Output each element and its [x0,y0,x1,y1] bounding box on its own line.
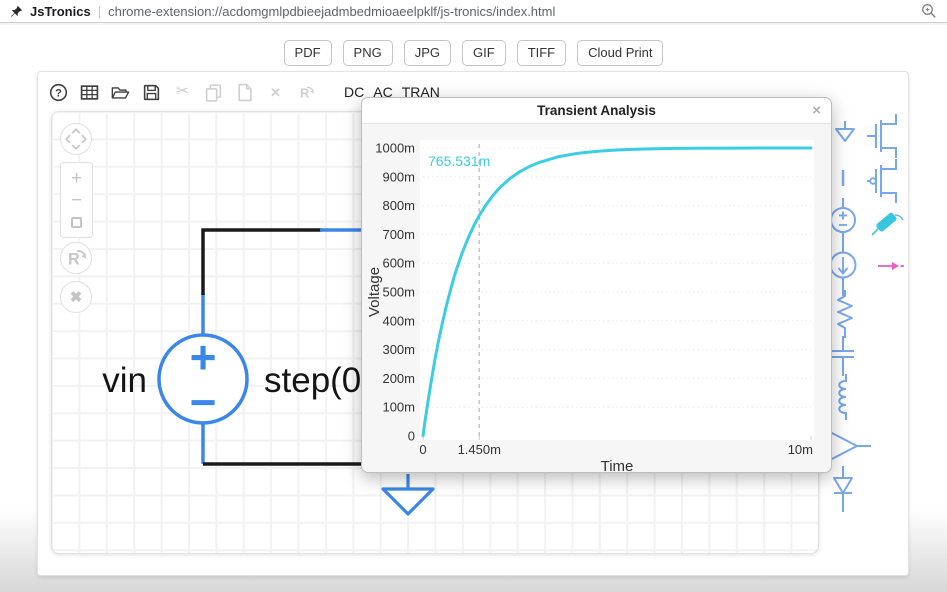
y-tick-label: 0 [408,429,415,444]
delete-selection-button[interactable]: ✖ [60,281,92,313]
transient-analysis-dialog: Transient Analysis × 765.531m 0 100m 200m 30… [361,97,832,473]
x-tick-label: 0 [419,442,426,457]
app-title: JsTronics [30,4,91,19]
export-cloud-print-button[interactable]: Cloud Print [577,40,663,66]
component-opamp-icon[interactable] [826,428,872,464]
export-gif-button[interactable]: GIF [462,40,506,66]
paste-icon [235,83,254,102]
component-inductor-icon[interactable] [833,374,857,420]
y-tick-label: 400m [382,313,415,328]
y-tick-label: 700m [382,227,415,242]
transient-chart[interactable]: 765.531m 0 100m 200m 300m 400m 500m 600m 700m 800… [362,124,832,473]
pan-tool-button[interactable] [60,123,92,155]
component-resistor-icon[interactable] [833,290,857,338]
component-capacitor-icon[interactable] [829,336,857,376]
y-tick-label: 900m [382,169,415,184]
x-tick-label: 10m [788,442,813,457]
cursor-value-label: 765.531m [428,153,490,169]
component-pmos-transistor-icon[interactable] [866,158,898,204]
svg-text:R: R [68,251,80,269]
y-axis-title: Voltage [366,267,383,317]
source-value-label: step(0, [264,361,371,400]
title-url-divider: | [98,4,101,19]
close-icon[interactable]: × [812,102,821,119]
zoom-controls: + − [60,162,93,238]
grid-icon[interactable] [80,83,99,102]
export-jpg-button[interactable]: JPG [404,40,451,66]
browser-header: JsTronics | chrome-extension://acdomgmlp… [0,0,947,23]
svg-text:?: ? [55,87,62,99]
save-icon[interactable] [142,83,161,102]
y-tick-label: 100m [382,400,415,415]
wire-top[interactable] [203,230,368,335]
wire-bottom[interactable] [203,423,368,464]
rotate-icon: R [63,245,89,271]
page-url: chrome-extension://acdomgmlpdbieejadmbed… [108,4,914,19]
y-tick-label: 800m [382,198,415,213]
fit-rect-icon [71,217,82,228]
delete-icon: ✕ [266,83,285,102]
minus-polarity-label: − [190,376,217,428]
y-tick-label: 1000m [375,141,415,156]
component-ground-icon[interactable] [832,120,858,146]
rotate-icon: R [297,83,316,102]
cut-icon: ✂ [173,83,192,102]
export-tiff-button[interactable]: TIFF [517,40,566,66]
rotate-selection-button[interactable]: R [60,242,92,274]
ground-symbol[interactable] [383,474,433,514]
pushpin-icon [10,5,23,18]
source-name-label: vin [102,361,147,400]
help-icon[interactable]: ? [49,83,68,102]
copy-icon [204,83,223,102]
dialog-header[interactable]: Transient Analysis × [362,98,831,124]
component-current-probe-icon[interactable] [877,258,905,274]
voltage-source-vin[interactable]: + − [159,331,247,428]
dialog-title: Transient Analysis [537,103,656,118]
y-tick-label: 500m [382,285,415,300]
zoom-in-button[interactable]: + [61,169,92,188]
zoom-fit-button[interactable] [61,213,92,232]
y-tick-label: 300m [382,342,415,357]
component-current-source-icon[interactable] [829,244,857,296]
y-tick-label: 200m [382,371,415,386]
component-nmos-transistor-icon[interactable] [866,112,898,160]
pan-arrows-icon [63,126,89,152]
export-png-button[interactable]: PNG [343,40,393,66]
x-tick-label: 1.450m [458,442,501,457]
y-tick-label: 600m [382,256,415,271]
x-delete-icon: ✖ [70,288,83,306]
open-file-icon[interactable] [111,83,130,102]
component-wire-icon[interactable] [839,169,847,187]
export-toolbar: PDF PNG JPG GIF TIFF Cloud Print [0,40,947,66]
magnifier-zoom-icon[interactable] [921,3,937,19]
x-axis-title: Time [601,458,634,473]
component-probe-icon[interactable] [869,206,905,238]
component-diode-icon[interactable] [829,466,857,514]
zoom-out-button[interactable]: − [61,191,92,210]
export-pdf-button[interactable]: PDF [284,40,332,66]
